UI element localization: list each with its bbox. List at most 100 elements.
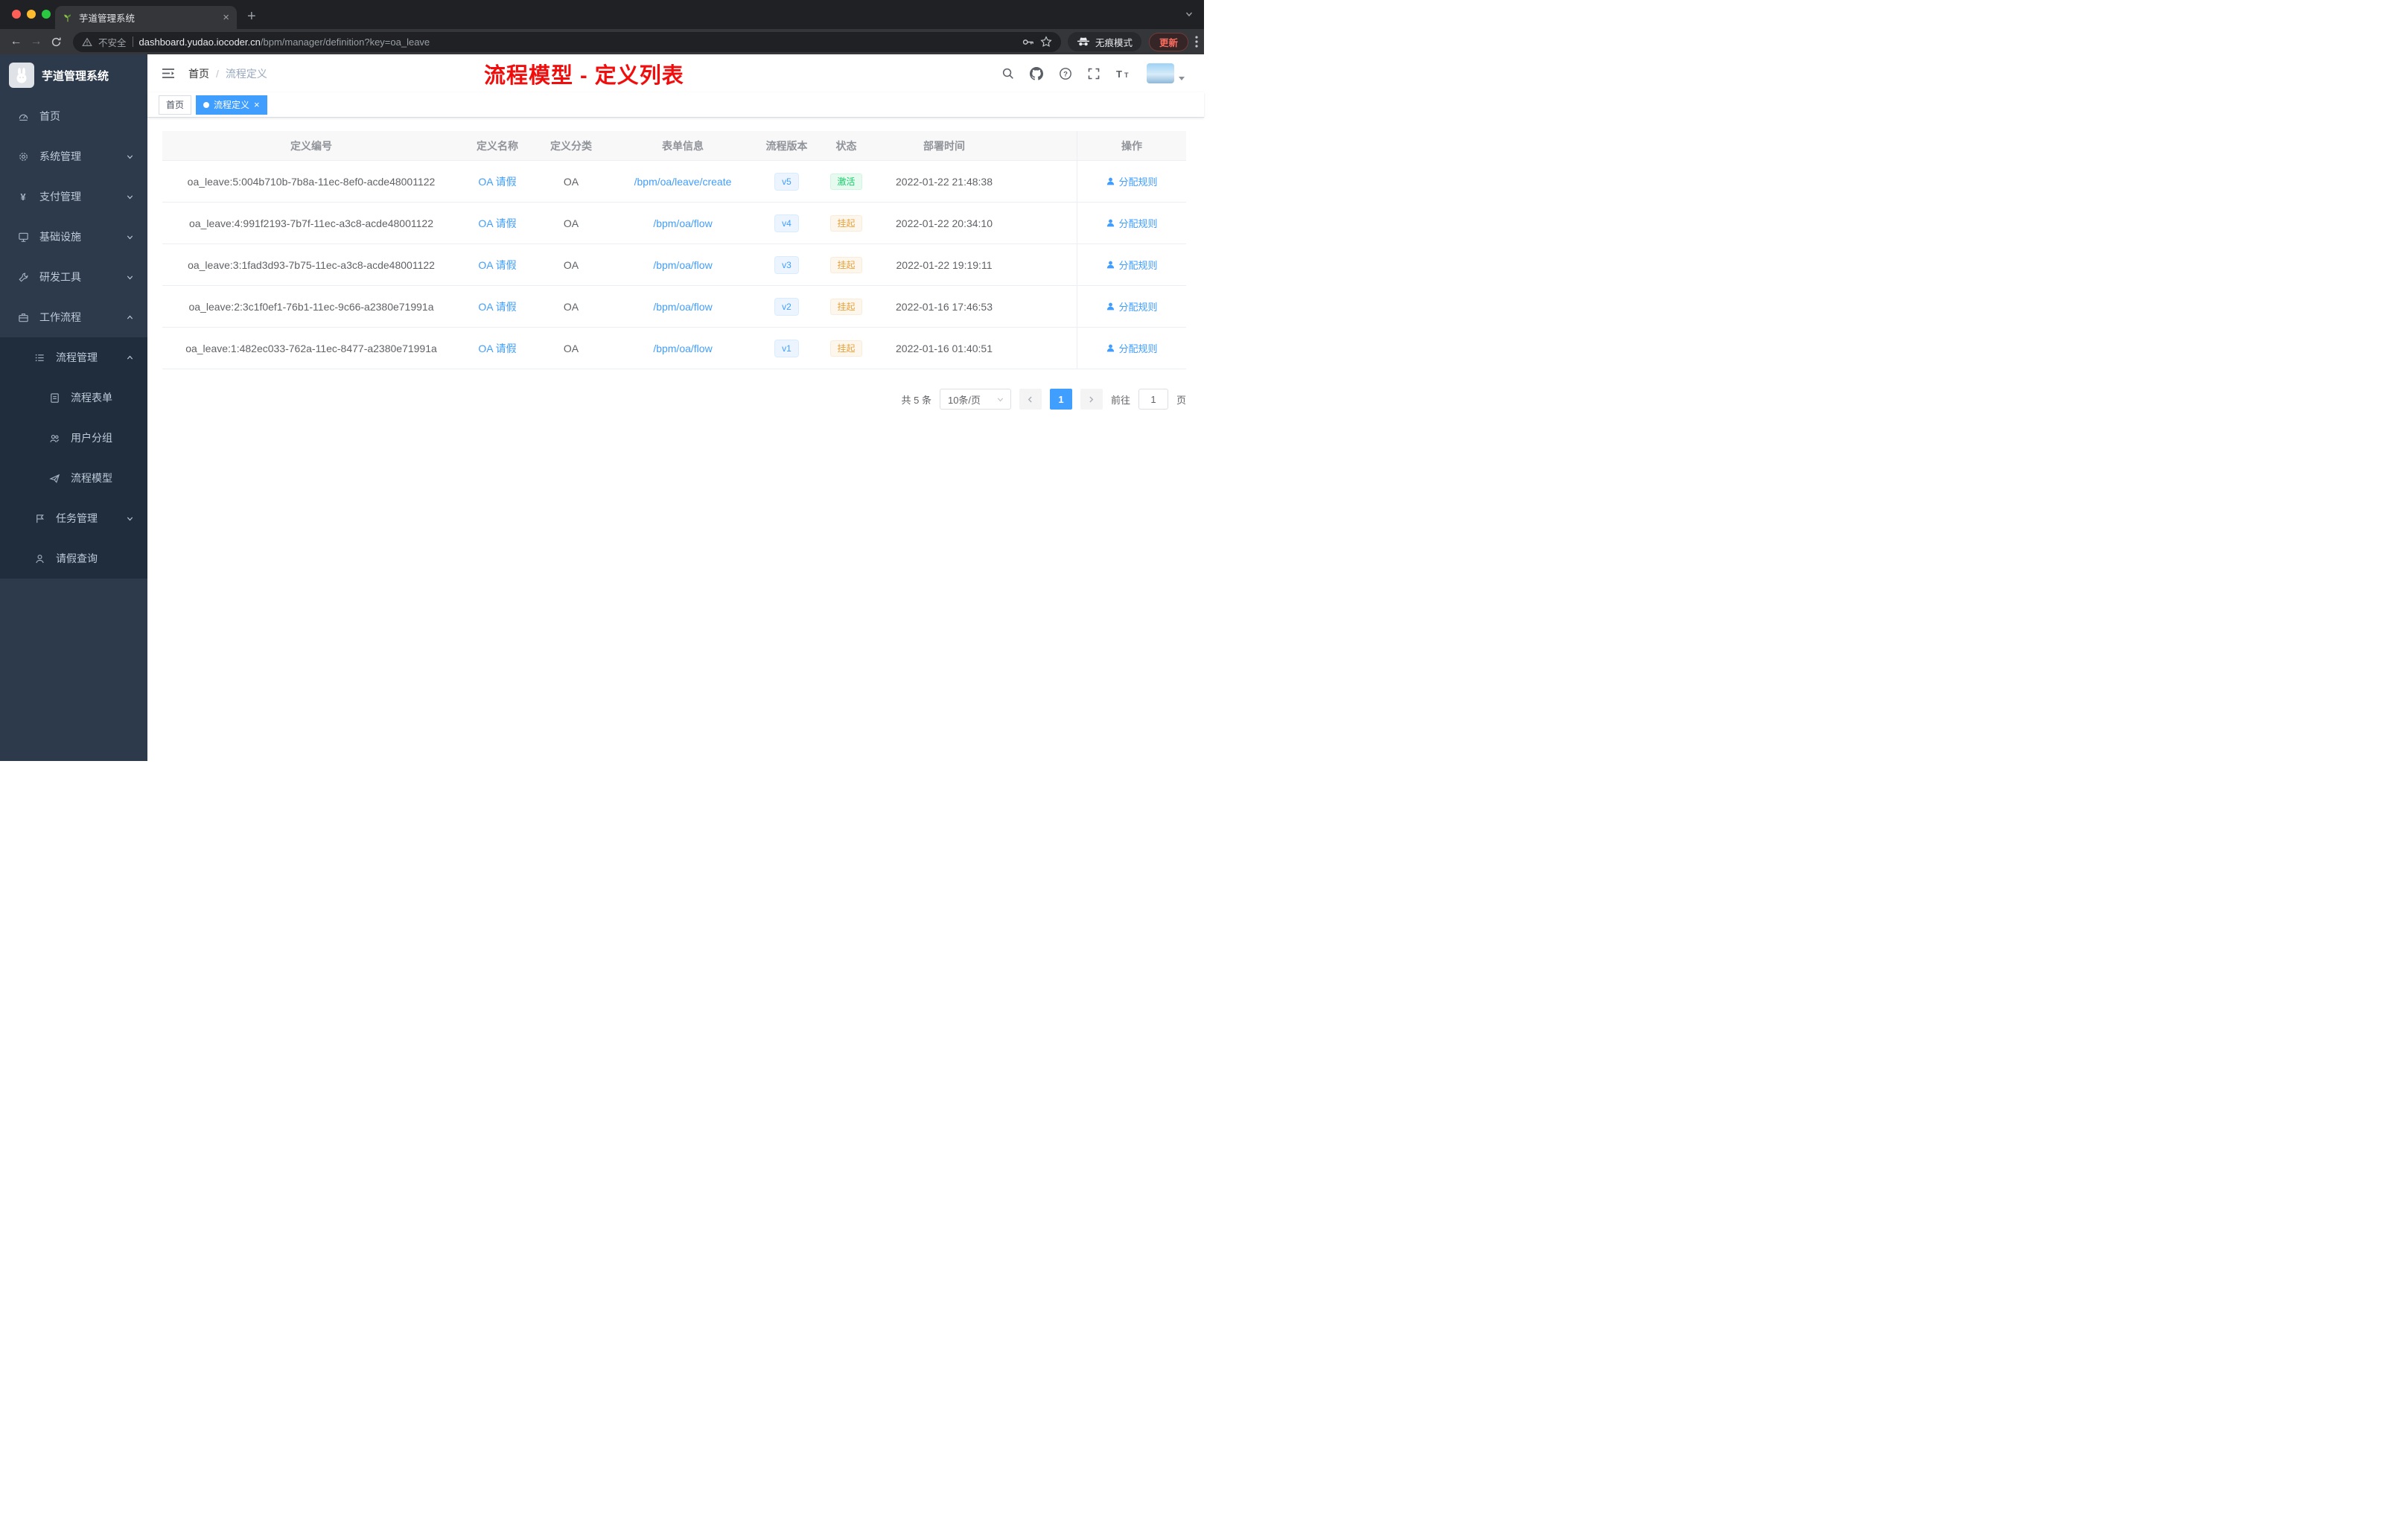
form-link[interactable]: /bpm/oa/flow bbox=[653, 343, 712, 354]
sidebar-item[interactable]: 用户分组 bbox=[0, 418, 147, 458]
reload-button[interactable] bbox=[46, 36, 66, 48]
chevron-down-icon bbox=[126, 233, 134, 241]
browser-menu-icon[interactable] bbox=[1195, 36, 1198, 48]
sidebar-item[interactable]: 请假查询 bbox=[0, 538, 147, 579]
form-link[interactable]: /bpm/oa/flow bbox=[653, 301, 712, 313]
password-key-icon[interactable] bbox=[1022, 36, 1034, 48]
page-1-button[interactable]: 1 bbox=[1049, 389, 1072, 410]
table-row: oa_leave:2:3c1f0ef1-76b1-11ec-9c66-a2380… bbox=[162, 286, 1186, 328]
form-link[interactable]: /bpm/oa/flow bbox=[653, 259, 712, 271]
sidebar-item-label: 系统管理 bbox=[39, 150, 81, 162]
active-dot-icon bbox=[203, 101, 210, 108]
github-icon[interactable] bbox=[1030, 66, 1043, 80]
help-icon[interactable]: ? bbox=[1059, 67, 1072, 80]
tab-close-icon[interactable]: × bbox=[223, 12, 229, 23]
status-badge: 挂起 bbox=[830, 214, 862, 232]
sidebar-item[interactable]: 流程管理 bbox=[0, 337, 147, 378]
definition-name-link[interactable]: OA 请假 bbox=[478, 216, 516, 231]
sidebar-item-label: 研发工具 bbox=[39, 271, 81, 283]
sidebar-item-label: 请假查询 bbox=[56, 553, 98, 564]
breadcrumb-home[interactable]: 首页 bbox=[188, 68, 209, 80]
incognito-icon bbox=[1077, 36, 1090, 47]
column-spacer bbox=[1011, 131, 1077, 160]
sidebar-item[interactable]: 基础设施 bbox=[0, 217, 147, 257]
version-badge: v5 bbox=[774, 172, 799, 191]
tab-search-chevron-icon[interactable] bbox=[1185, 10, 1194, 19]
tag-home[interactable]: 首页 bbox=[159, 95, 192, 115]
user-avatar-menu[interactable] bbox=[1147, 63, 1185, 83]
cell-category: OA bbox=[563, 217, 579, 229]
cell-definition-id: oa_leave:2:3c1f0ef1-76b1-11ec-9c66-a2380… bbox=[188, 300, 434, 313]
status-badge: 挂起 bbox=[830, 298, 862, 315]
breadcrumb: 首页 / 流程定义 bbox=[188, 67, 267, 80]
form-link[interactable]: /bpm/oa/flow bbox=[653, 217, 712, 229]
infra-icon bbox=[16, 232, 30, 243]
status-badge: 激活 bbox=[830, 173, 862, 190]
user-icon bbox=[33, 553, 46, 564]
new-tab-button[interactable]: + bbox=[247, 9, 256, 24]
tag-close-icon[interactable]: × bbox=[254, 100, 260, 109]
sidebar-logo[interactable]: 芋道管理系统 bbox=[0, 54, 147, 96]
bookmark-star-icon[interactable] bbox=[1040, 36, 1052, 48]
tab-favicon-icon bbox=[63, 13, 73, 23]
definition-name-link[interactable]: OA 请假 bbox=[478, 341, 516, 356]
update-browser-button[interactable]: 更新 bbox=[1148, 32, 1188, 51]
sidebar-item[interactable]: 流程表单 bbox=[0, 378, 147, 418]
address-bar[interactable]: 不安全 dashboard.yudao.iocoder.cn/bpm/manag… bbox=[73, 31, 1061, 52]
assign-rule-link[interactable]: 分配规则 bbox=[1106, 258, 1158, 272]
version-badge: v1 bbox=[774, 339, 799, 357]
url-text[interactable]: dashboard.yudao.iocoder.cn/bpm/manager/d… bbox=[139, 36, 1016, 48]
yen-icon: ¥ bbox=[20, 191, 26, 203]
font-size-icon[interactable]: TT bbox=[1115, 68, 1131, 80]
table-row: oa_leave:1:482ec033-762a-11ec-8477-a2380… bbox=[162, 328, 1186, 369]
cell-spacer bbox=[1011, 203, 1077, 243]
browser-tab-strip: 芋道管理系统 × + bbox=[0, 0, 1204, 29]
column-header: 表单信息 bbox=[662, 139, 704, 152]
security-label[interactable]: 不安全 bbox=[98, 35, 127, 49]
sidebar-item[interactable]: 工作流程 bbox=[0, 297, 147, 337]
form-link[interactable]: /bpm/oa/leave/create bbox=[634, 176, 732, 188]
sidebar-item[interactable]: ¥ 支付管理 bbox=[0, 176, 147, 217]
sidebar-item[interactable]: 流程模型 bbox=[0, 458, 147, 498]
definition-name-link[interactable]: OA 请假 bbox=[478, 299, 516, 314]
browser-toolbar: ← → 不安全 dashboard.yudao.iocoder.cn/bpm/m… bbox=[0, 29, 1204, 54]
sidebar-item-label: 流程表单 bbox=[71, 392, 112, 404]
fullscreen-icon[interactable] bbox=[1088, 68, 1100, 80]
assign-rule-link[interactable]: 分配规则 bbox=[1106, 216, 1158, 230]
tag-process-definition[interactable]: 流程定义 × bbox=[196, 95, 267, 115]
cell-definition-id: oa_leave:3:1fad3d93-7b75-11ec-a3c8-acde4… bbox=[188, 258, 435, 271]
incognito-label: 无痕模式 bbox=[1095, 37, 1133, 48]
column-header: 流程版本 bbox=[765, 139, 808, 152]
sidebar-item[interactable]: 任务管理 bbox=[0, 498, 147, 538]
gear-icon bbox=[16, 151, 30, 162]
column-header: 状态 bbox=[835, 139, 857, 152]
table-body: oa_leave:5:004b710b-7b8a-11ec-8ef0-acde4… bbox=[162, 161, 1186, 369]
assign-rule-link[interactable]: 分配规则 bbox=[1106, 174, 1158, 188]
forward-button[interactable]: → bbox=[26, 35, 46, 48]
sidebar-item[interactable]: 首页 bbox=[0, 96, 147, 136]
process-icon bbox=[33, 352, 46, 363]
goto-page-input[interactable] bbox=[1138, 389, 1168, 410]
maximize-window-button[interactable] bbox=[42, 10, 51, 19]
close-window-button[interactable] bbox=[12, 10, 21, 19]
page-size-select[interactable]: 10条/页 bbox=[939, 389, 1011, 410]
prev-page-button[interactable] bbox=[1019, 389, 1042, 410]
column-header: 定义分类 bbox=[550, 139, 592, 152]
hamburger-icon[interactable] bbox=[159, 65, 178, 82]
next-page-button[interactable] bbox=[1080, 389, 1103, 410]
definition-name-link[interactable]: OA 请假 bbox=[478, 258, 516, 273]
search-icon[interactable] bbox=[1001, 67, 1014, 80]
minimize-window-button[interactable] bbox=[27, 10, 36, 19]
assign-rule-link[interactable]: 分配规则 bbox=[1106, 299, 1158, 313]
form-icon bbox=[48, 392, 61, 404]
chevron-down-icon bbox=[126, 515, 134, 523]
assign-rule-link[interactable]: 分配规则 bbox=[1106, 341, 1158, 355]
sidebar-item[interactable]: 系统管理 bbox=[0, 136, 147, 176]
sidebar-item[interactable]: 研发工具 bbox=[0, 257, 147, 297]
definition-name-link[interactable]: OA 请假 bbox=[478, 174, 516, 189]
incognito-badge: 无痕模式 bbox=[1067, 32, 1141, 51]
browser-tab[interactable]: 芋道管理系统 × bbox=[55, 6, 237, 29]
back-button[interactable]: ← bbox=[6, 35, 26, 48]
main-content: 定义编号 定义名称 定义分类 表单信息 流程版本 状态 部署时间 操作 oa_l… bbox=[147, 118, 1204, 410]
version-badge: v2 bbox=[774, 297, 799, 316]
